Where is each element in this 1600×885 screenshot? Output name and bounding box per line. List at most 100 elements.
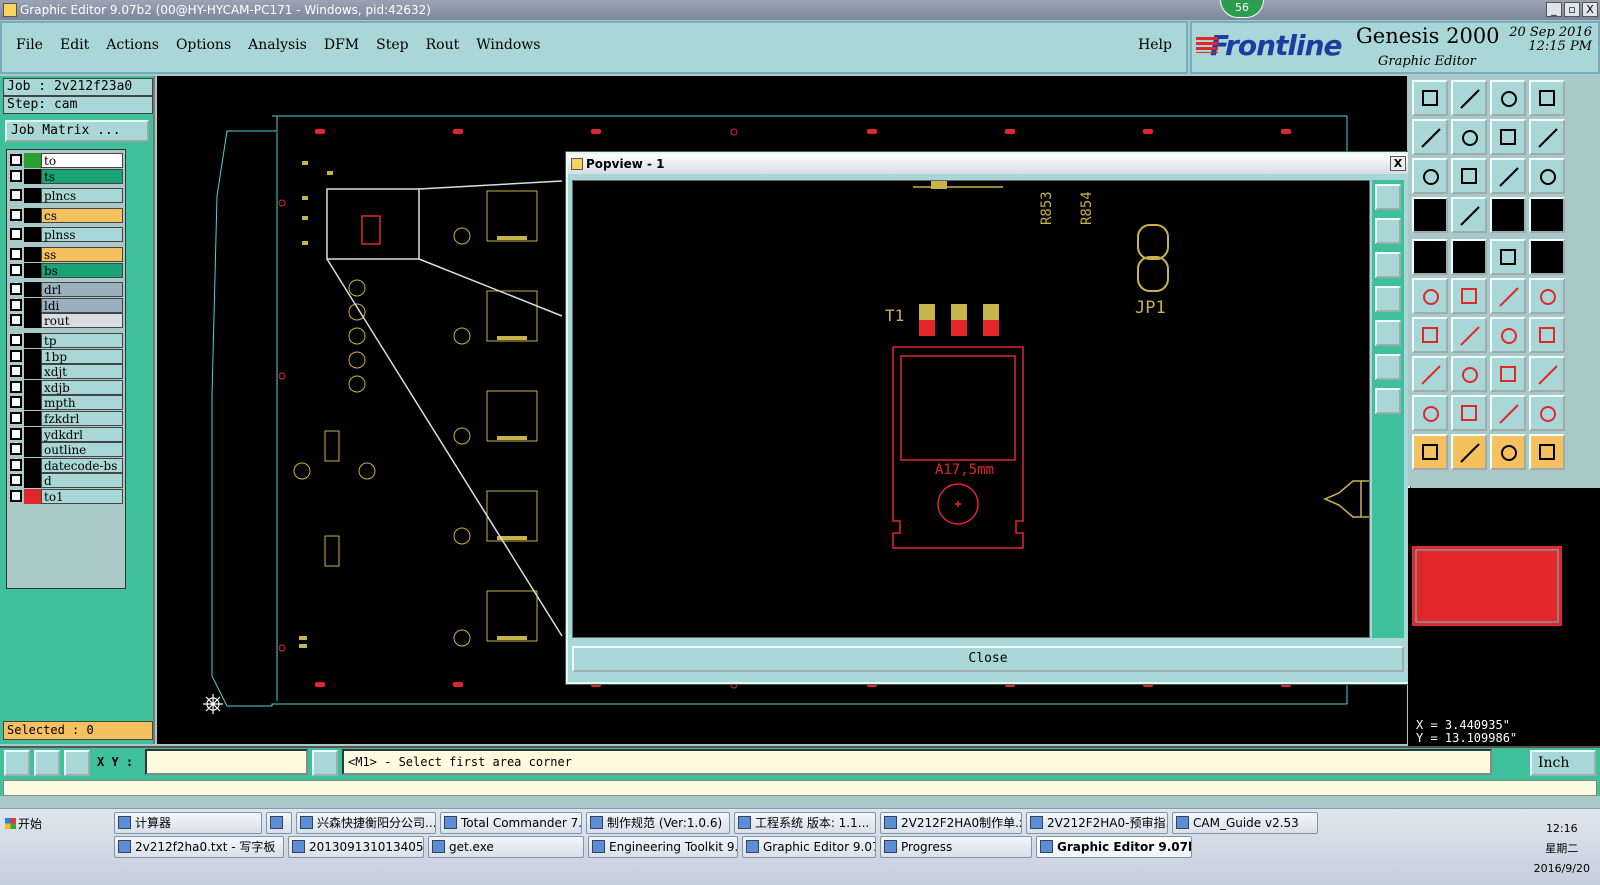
trace-icon[interactable] bbox=[1451, 356, 1487, 392]
taskbar-item[interactable]: 2v212f2ha0.txt - 写字板 bbox=[114, 836, 284, 858]
window-titlebar[interactable]: Graphic Editor 9.07b2 (00@HY-HYCAM-PC171… bbox=[0, 0, 1600, 20]
popview-canvas[interactable]: R853 R854 JP1 T1 A17,5mm bbox=[572, 180, 1370, 638]
taskbar-item[interactable]: CAM_Guide v2.53 bbox=[1172, 812, 1318, 834]
zoom-fit-icon[interactable] bbox=[1412, 158, 1448, 194]
grid-mode-button[interactable] bbox=[64, 750, 90, 776]
layer-checkbox[interactable] bbox=[10, 380, 22, 393]
delete-icon[interactable] bbox=[1451, 278, 1487, 314]
taskbar-item[interactable]: Progress bbox=[880, 836, 1032, 858]
move-icon[interactable] bbox=[1490, 278, 1526, 314]
layer-row[interactable]: 1bp bbox=[7, 348, 127, 364]
copy-icon[interactable] bbox=[1529, 278, 1565, 314]
drc-icon[interactable] bbox=[1412, 395, 1448, 431]
layer-checkbox[interactable] bbox=[10, 208, 22, 221]
maximize-button[interactable]: ▫ bbox=[1564, 2, 1580, 17]
layer-row[interactable]: d bbox=[7, 473, 127, 489]
layer-checkbox[interactable] bbox=[10, 154, 22, 166]
menu-analysis[interactable]: Analysis bbox=[248, 37, 307, 53]
popview-center-button[interactable] bbox=[1375, 388, 1401, 414]
point-icon[interactable] bbox=[1529, 239, 1565, 275]
layer-row[interactable]: bs bbox=[7, 262, 127, 278]
menu-actions[interactable]: Actions bbox=[106, 37, 159, 53]
save-icon[interactable] bbox=[1451, 80, 1487, 116]
layer-checkbox[interactable] bbox=[10, 427, 22, 440]
layer-checkbox[interactable] bbox=[10, 248, 22, 260]
layer-row[interactable]: fzkdrl bbox=[7, 411, 127, 426]
taskbar-item[interactable]: Total Commander 7.0 ... bbox=[440, 812, 582, 834]
popview-zoom-out-button[interactable] bbox=[1375, 252, 1401, 278]
grid-icon[interactable] bbox=[1451, 197, 1487, 233]
analyze-icon[interactable] bbox=[1451, 395, 1487, 431]
rotate-icon[interactable] bbox=[1490, 317, 1526, 353]
select-icon[interactable] bbox=[1412, 239, 1448, 275]
taskbar-item[interactable]: 工程系统 版本: 1.1... bbox=[734, 812, 876, 834]
layer-checkbox[interactable] bbox=[10, 458, 22, 471]
layer-row[interactable]: ss bbox=[7, 247, 127, 262]
home-icon[interactable] bbox=[1490, 80, 1526, 116]
layer-checkbox[interactable] bbox=[10, 443, 22, 456]
undo-view-icon[interactable] bbox=[1490, 119, 1526, 155]
layer-row[interactable]: plncs bbox=[7, 188, 127, 204]
layer-checkbox[interactable] bbox=[10, 365, 22, 378]
taskbar-item[interactable]: 20130913101340562.rtf... bbox=[288, 836, 424, 858]
layer-row[interactable]: xdjt bbox=[7, 364, 127, 380]
pointer-icon[interactable] bbox=[1412, 434, 1448, 470]
help-icon[interactable] bbox=[1529, 158, 1565, 194]
popview-pan-right-button[interactable] bbox=[1375, 320, 1401, 346]
layer-checkbox[interactable] bbox=[10, 474, 22, 487]
taskbar-item[interactable]: 兴森快捷衡阳分公司... bbox=[296, 812, 436, 834]
menu-windows[interactable]: Windows bbox=[476, 37, 540, 53]
popview-pan-left-button[interactable] bbox=[1375, 286, 1401, 312]
layer-row[interactable]: plnss bbox=[7, 227, 127, 243]
layer-checkbox[interactable] bbox=[10, 298, 22, 311]
route-icon[interactable] bbox=[1529, 395, 1565, 431]
angle-mode-button[interactable] bbox=[34, 750, 60, 776]
taskbar-item[interactable]: Engineering Toolkit 9.07... bbox=[588, 836, 738, 858]
polygon-icon[interactable] bbox=[1529, 356, 1565, 392]
layer-checkbox[interactable] bbox=[10, 314, 22, 327]
zoom-center-icon[interactable] bbox=[1451, 158, 1487, 194]
layer-row[interactable]: to1 bbox=[7, 489, 127, 504]
text-icon[interactable] bbox=[1529, 317, 1565, 353]
menu-help[interactable]: Help bbox=[1138, 37, 1172, 53]
layer-row[interactable]: mpth bbox=[7, 395, 127, 411]
line-icon[interactable] bbox=[1412, 317, 1448, 353]
layer-checkbox[interactable] bbox=[10, 412, 22, 424]
layer-red-icon[interactable] bbox=[1490, 197, 1526, 233]
tray-clock[interactable]: 12:16 星期二 2016/9/20 bbox=[1534, 819, 1590, 879]
menu-edit[interactable]: Edit bbox=[60, 37, 89, 53]
popview-zoom-in-button[interactable] bbox=[1375, 218, 1401, 244]
minimize-button[interactable]: _ bbox=[1546, 2, 1562, 17]
layer-checkbox[interactable] bbox=[10, 396, 22, 409]
popview-close-icon[interactable]: X bbox=[1390, 156, 1406, 171]
popview-close-button[interactable]: Close bbox=[572, 646, 1404, 672]
pan-left-icon[interactable] bbox=[1412, 119, 1448, 155]
layer-row[interactable]: drl bbox=[7, 282, 127, 298]
layer-row[interactable]: to bbox=[7, 153, 127, 168]
pan-right-icon[interactable] bbox=[1451, 119, 1487, 155]
menu-options[interactable]: Options bbox=[176, 37, 231, 53]
pointer-3-icon[interactable] bbox=[1490, 434, 1526, 470]
measure-icon[interactable] bbox=[1451, 239, 1487, 275]
pointer-2-icon[interactable] bbox=[1451, 434, 1487, 470]
layer-checkbox[interactable] bbox=[10, 334, 22, 346]
net-icon[interactable] bbox=[1490, 395, 1526, 431]
step-icon[interactable] bbox=[1529, 434, 1565, 470]
menu-rout[interactable]: Rout bbox=[426, 37, 460, 53]
layer-checkbox[interactable] bbox=[10, 263, 22, 276]
layer-row[interactable]: outline bbox=[7, 442, 127, 458]
arc-icon[interactable] bbox=[1451, 317, 1487, 353]
layer-checkbox[interactable] bbox=[10, 283, 22, 296]
layer-red-2-icon[interactable] bbox=[1529, 197, 1565, 233]
layer-checkbox[interactable] bbox=[10, 490, 22, 502]
info-icon[interactable] bbox=[312, 750, 338, 776]
layer-row[interactable]: xdjb bbox=[7, 379, 127, 395]
connect-icon[interactable] bbox=[1412, 278, 1448, 314]
menu-file[interactable]: File bbox=[16, 37, 43, 53]
zoom-1to1-icon[interactable] bbox=[1490, 158, 1526, 194]
close-window-button[interactable]: X bbox=[1582, 2, 1598, 17]
taskbar-item[interactable]: 2V212F2HA0制作单.xl... bbox=[880, 812, 1022, 834]
snap-icon[interactable] bbox=[1412, 197, 1448, 233]
open-step-icon[interactable] bbox=[1412, 80, 1448, 116]
taskbar-item[interactable]: 2V212F2HA0-预审指... bbox=[1026, 812, 1168, 834]
